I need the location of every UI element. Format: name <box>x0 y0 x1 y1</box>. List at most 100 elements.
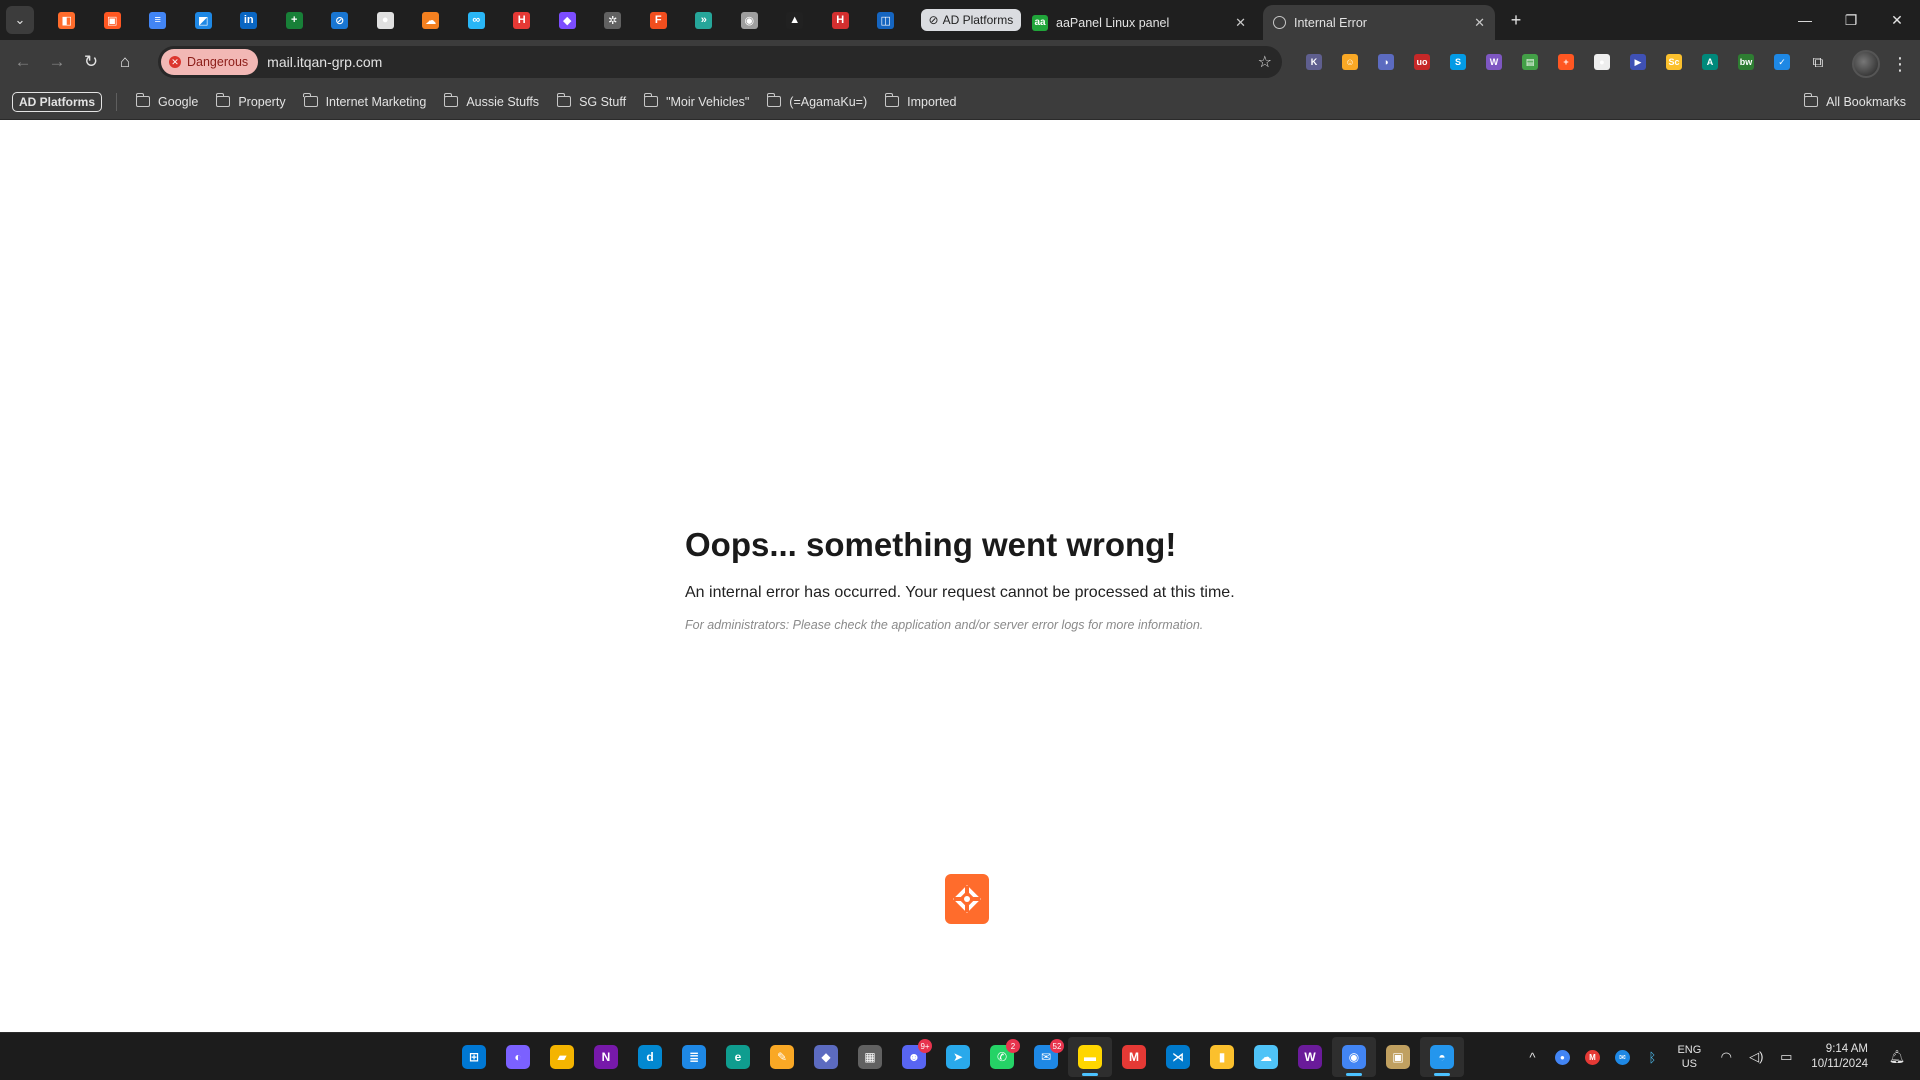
show-hidden-icons-button[interactable]: ^ <box>1517 1042 1547 1072</box>
extension-button[interactable]: S <box>1440 50 1476 74</box>
pinned-tab[interactable]: ◧ <box>44 0 90 40</box>
new-tab-button[interactable]: + <box>1504 8 1528 32</box>
address-bar[interactable]: ✕ Dangerous mail.itqan-grp.com ☆ <box>158 46 1282 78</box>
copilot-icon[interactable]: ◐ <box>496 1037 540 1077</box>
bookmark-folder[interactable]: Internet Marketing <box>295 88 436 116</box>
vscode-icon[interactable]: ⋊ <box>1156 1037 1200 1077</box>
bookmark-folder[interactable]: (=AgamaKu=) <box>758 88 876 116</box>
file-icon[interactable]: ▮ <box>1200 1037 1244 1077</box>
cloud-app-icon[interactable]: ☁ <box>1244 1037 1288 1077</box>
close-icon[interactable]: ✕ <box>1235 15 1246 31</box>
start-button[interactable]: ⊞ <box>452 1037 496 1077</box>
edge-icon[interactable]: e <box>716 1037 760 1077</box>
extension-button[interactable]: + <box>1548 50 1584 74</box>
ext-icon-1: K <box>1306 54 1322 70</box>
tray-messenger-icon[interactable]: ✉ <box>1607 1042 1637 1072</box>
all-bookmarks-button[interactable]: All Bookmarks <box>1803 93 1906 109</box>
url-text[interactable]: mail.itqan-grp.com <box>267 54 382 70</box>
extension-button[interactable]: ☺ <box>1332 50 1368 74</box>
pinned-tab[interactable]: ☁ <box>408 0 454 40</box>
restore-button[interactable]: ❐ <box>1828 0 1874 40</box>
extension-button[interactable]: uo <box>1404 50 1440 74</box>
mail-app-icon[interactable]: M <box>1112 1037 1156 1077</box>
extension-button[interactable]: ▤ <box>1512 50 1548 74</box>
back-button[interactable]: ← <box>6 45 40 79</box>
security-warning-chip[interactable]: ✕ Dangerous <box>161 49 259 75</box>
tab-aapanel[interactable]: aa aaPanel Linux panel ✕ <box>1022 5 1256 40</box>
pinned-tab[interactable]: ∞ <box>454 0 500 40</box>
extension-button[interactable]: ◑ <box>1368 50 1404 74</box>
bookmark-star-icon[interactable]: ☆ <box>1258 52 1272 72</box>
notepad-icon[interactable]: ≣ <box>672 1037 716 1077</box>
pinned-tab[interactable]: ◫ <box>863 0 909 40</box>
notifications-bell-icon[interactable]: 🔔︎ <box>1882 1042 1912 1072</box>
pinned-tab[interactable]: ◆ <box>545 0 591 40</box>
telegram-icon[interactable]: ➤ <box>936 1037 980 1077</box>
tab-search-button[interactable]: ⌄ <box>6 6 34 34</box>
tray-mail-icon[interactable]: M <box>1577 1042 1607 1072</box>
pinned-tab[interactable]: ≡ <box>135 0 181 40</box>
extension-button[interactable]: A <box>1692 50 1728 74</box>
extension-button[interactable]: bw <box>1728 50 1764 74</box>
extension-button[interactable]: Sc <box>1656 50 1692 74</box>
bookmark-folder[interactable]: Aussie Stuffs <box>435 88 548 116</box>
extension-button[interactable]: ● <box>1584 50 1620 74</box>
pinned-tab[interactable]: ▲ <box>772 0 818 40</box>
paint-icon[interactable]: ✎ <box>760 1037 804 1077</box>
close-window-button[interactable]: ✕ <box>1874 0 1920 40</box>
extension-button[interactable]: ✓ <box>1764 50 1800 74</box>
extension-button[interactable]: ▶ <box>1620 50 1656 74</box>
pinned-tab[interactable]: ◩ <box>181 0 227 40</box>
volume-icon[interactable]: ◁) <box>1741 1042 1771 1072</box>
pinned-tab[interactable]: » <box>681 0 727 40</box>
bookmark-folder[interactable]: Imported <box>876 88 965 116</box>
tab-group-ad-platforms[interactable]: ⊘ AD Platforms <box>920 9 1022 31</box>
close-icon[interactable]: ✕ <box>1474 15 1485 31</box>
pinned-tab[interactable]: ◉ <box>727 0 773 40</box>
messenger-icon[interactable]: ✉ 52 <box>1024 1037 1068 1077</box>
chrome-icon[interactable]: ◉ <box>1332 1037 1376 1077</box>
pinned-tab[interactable]: ✲ <box>590 0 636 40</box>
bluetooth-icon[interactable]: ᛒ <box>1637 1042 1667 1072</box>
battery-icon[interactable]: ▭ <box>1771 1042 1801 1072</box>
app-icon-tan[interactable]: ▣ <box>1376 1037 1420 1077</box>
sticky-notes-icon[interactable]: ▬ <box>1068 1037 1112 1077</box>
home-button[interactable]: ⌂ <box>108 45 142 79</box>
bookmark-folder[interactable]: SG Stuff <box>548 88 635 116</box>
bookmark-folder[interactable]: Property <box>207 88 294 116</box>
app-icon-diamond[interactable]: ◆ <box>804 1037 848 1077</box>
language-indicator[interactable]: ENG US <box>1677 1043 1701 1071</box>
onenote-icon[interactable]: N <box>584 1037 628 1077</box>
pinned-tab[interactable]: ● <box>363 0 409 40</box>
system-tray: ^ ● M ✉ ᛒ ENG US ◠ ◁) ▭ 9:14 AM 10/11/20… <box>1517 1033 1920 1080</box>
reload-button[interactable]: ↻ <box>74 45 108 79</box>
bookmark-group-ad-platforms[interactable]: AD Platforms <box>12 91 103 112</box>
whatsapp-icon[interactable]: ✆ 2 <box>980 1037 1024 1077</box>
extension-button[interactable]: W <box>1476 50 1512 74</box>
tab-internal-error[interactable]: Internal Error ✕ <box>1263 5 1495 40</box>
clock[interactable]: 9:14 AM 10/11/2024 <box>1811 1042 1868 1072</box>
app-icon-d[interactable]: d <box>628 1037 672 1077</box>
pinned-tab[interactable]: + <box>272 0 318 40</box>
bookmark-folder[interactable]: "Moir Vehicles" <box>635 88 758 116</box>
discord-icon[interactable]: ☻ 9+ <box>892 1037 936 1077</box>
pinned-tab[interactable]: ▣ <box>90 0 136 40</box>
pinned-tab[interactable]: in <box>226 0 272 40</box>
forward-button[interactable]: → <box>40 45 74 79</box>
tray-chrome-icon[interactable]: ● <box>1547 1042 1577 1072</box>
pinned-tab[interactable]: H <box>499 0 545 40</box>
file-explorer-icon[interactable]: ▰ <box>540 1037 584 1077</box>
chrome-menu-button[interactable]: ⋮ <box>1888 50 1912 78</box>
docker-icon[interactable]: ◓ <box>1420 1037 1464 1077</box>
minimize-button[interactable]: — <box>1782 0 1828 40</box>
extension-button[interactable]: K <box>1296 50 1332 74</box>
bookmark-folder[interactable]: Google <box>127 88 207 116</box>
pinned-tab[interactable]: ⊘ <box>317 0 363 40</box>
pinned-tab[interactable]: F <box>636 0 682 40</box>
wifi-icon[interactable]: ◠ <box>1711 1042 1741 1072</box>
pinned-tab[interactable]: H <box>818 0 864 40</box>
app-icon-w[interactable]: W <box>1288 1037 1332 1077</box>
profile-avatar[interactable] <box>1852 50 1880 78</box>
extensions-menu-button[interactable]: ⧉ <box>1800 50 1836 74</box>
calculator-icon[interactable]: ▦ <box>848 1037 892 1077</box>
